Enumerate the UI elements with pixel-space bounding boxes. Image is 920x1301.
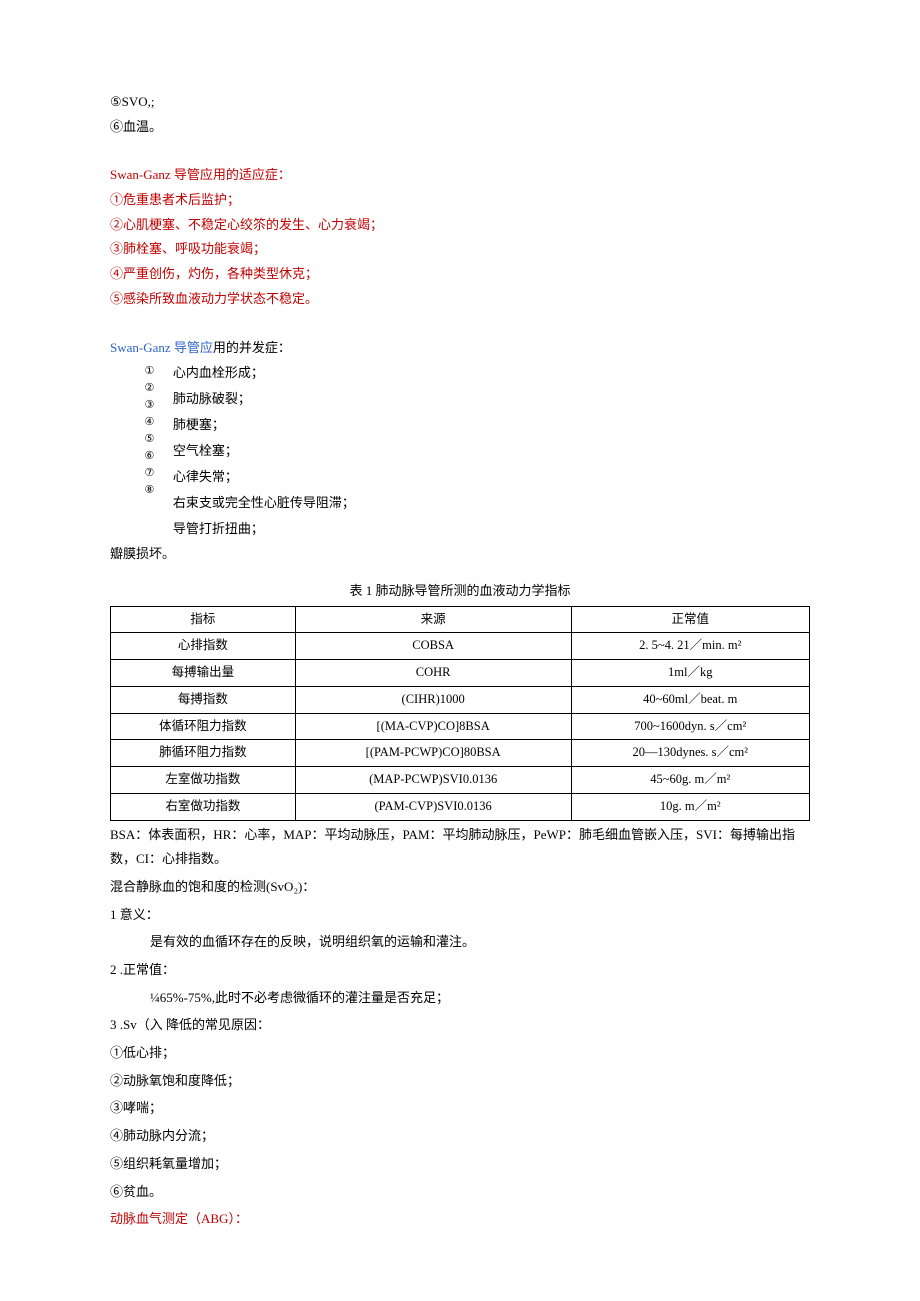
ind-1: ①危重患者术后监护； [110,188,810,213]
comp-1: 心内血栓形成； [173,360,355,386]
line-temp: ⑥血温。 [110,115,810,140]
table-row: 每搏指数(CIHR)100040~60ml／beat. m [111,686,810,713]
svo-1a: 1 意义： [110,903,810,928]
th-source: 来源 [295,606,571,633]
svo-r5: ⑤组织耗氧量增加； [110,1152,810,1177]
svo-title: 混合静脉血的饱和度的检测(SvO₂)： [110,875,810,900]
svo-2a: 2 .正常值： [110,958,810,983]
comp-8: 瓣膜损坏。 [110,542,810,567]
svo-r1: ①低心排； [110,1041,810,1066]
comp-7: 导管打折扭曲； [173,516,355,542]
table-row: 体循环阻力指数[(MA-CVP)CO]8BSA700~1600dyn. s／cm… [111,713,810,740]
table-title: 表 1 肺动脉导管所测的血液动力学指标 [110,579,810,604]
abg-title: 动脉血气测定（ABG）： [110,1207,810,1232]
hemodynamics-table: 指标 来源 正常值 心排指数COBSA2. 5~4. 21／min. m² 每搏… [110,606,810,821]
indications-title: Swan-Ganz 导管应用的适应症： [110,163,810,188]
table-header-row: 指标 来源 正常值 [111,606,810,633]
comp-title-a: Swan-Ganz 导管应 [110,340,213,355]
table-row: 肺循环阻力指数[(PAM-PCWP)CO]80BSA20—130dynes. s… [111,740,810,767]
th-normal: 正常值 [571,606,810,633]
table-row: 每搏输出量COHR1ml／kg [111,660,810,687]
ind-2: ②心肌梗塞、不稳定心绞䇣的发生、心力衰竭； [110,213,810,238]
svo-r4: ④肺动脉内分流； [110,1124,810,1149]
ind-4: ④严重创伤，灼伤，各种类型休克； [110,262,810,287]
svo-r6: ⑥贫血。 [110,1180,810,1205]
comp-5: 心律失常； [173,464,355,490]
table-abbr: BSA：体表面积，HR：心率，MAP：平均动脉压，PAM：平均肺动脉压，PeWP… [110,823,810,872]
complications-block: ①②③④⑤⑥⑦⑧ 心内血栓形成； 肺动脉破裂； 肺梗塞； 空气栓塞； 心律失常；… [110,360,810,542]
table-row: 左室做功指数(MAP-PCWP)SVI0.013645~60g. m／m² [111,767,810,794]
svo-r3: ③哮喘； [110,1096,810,1121]
comp-title-b: 用的并发症： [213,340,291,355]
comp-4: 空气栓塞； [173,438,355,464]
th-indicator: 指标 [111,606,296,633]
svo-1b: 是有效的血循环存在的反映，说明组织氧的运输和灌注。 [110,930,810,955]
line-svo: ⑤SVO,; [110,90,810,115]
circled-numbers: ①②③④⑤⑥⑦⑧ [138,360,159,500]
table-row: 心排指数COBSA2. 5~4. 21／min. m² [111,633,810,660]
svo-3a: 3 .Sv（入 降低的常见原因： [110,1013,810,1038]
comp-6: 右束支或完全性心脏传导阻滞； [173,490,355,516]
ind-3: ③肺栓塞、呼吸功能衰竭； [110,237,810,262]
comp-2: 肺动脉破裂； [173,386,355,412]
complications-title: Swan-Ganz 导管应用的并发症： [110,336,810,361]
comp-3: 肺梗塞； [173,412,355,438]
ind-5: ⑤感染所致血液动力学状态不稳定。 [110,287,810,312]
svo-r2: ②动脉氧饱和度降低； [110,1069,810,1094]
table-row: 右室做功指数(PAM-CVP)SVI0.013610g. m／m² [111,793,810,820]
svo-2b: ¼65%-75%,此时不必考虑微循环的灌注量是否充足； [110,986,810,1011]
